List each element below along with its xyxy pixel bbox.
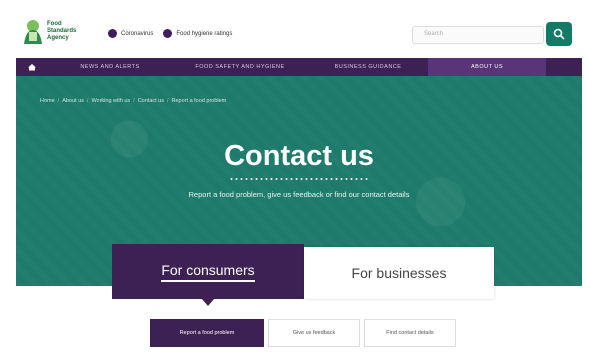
breadcrumb-contact-us[interactable]: Contact us <box>138 98 164 104</box>
nav-item-food-safety[interactable]: Food safety and hygiene <box>172 58 308 76</box>
find-contact-details-button[interactable]: Find contact details <box>364 319 456 347</box>
fsa-logo-icon <box>22 18 44 44</box>
breadcrumb-separator: / <box>133 98 135 104</box>
search-icon <box>553 28 565 40</box>
arrow-circle-icon <box>163 29 173 38</box>
home-icon <box>28 64 36 71</box>
nav-item-news-alerts[interactable]: News and alerts <box>48 58 172 76</box>
quick-link-label: Coronavirus <box>121 30 154 37</box>
page-title: Contact us <box>224 140 374 172</box>
search-placeholder: Search <box>424 31 444 37</box>
search-button[interactable] <box>546 22 572 46</box>
breadcrumb: Home / About us / Working with us / Cont… <box>40 98 226 104</box>
site-logo[interactable]: Food Standards Agency <box>22 18 77 44</box>
search-input[interactable]: Search <box>412 26 544 44</box>
tab-label: For businesses <box>351 265 447 281</box>
breadcrumb-separator: / <box>57 98 60 104</box>
quick-links: Coronavirus Food hygiene ratings <box>108 29 232 38</box>
site-header: Food Standards Agency Coronavirus Food h… <box>16 10 582 58</box>
page-subtitle: Report a food problem, give us feedback … <box>188 190 410 199</box>
breadcrumb-current: Report a food problem <box>171 98 227 104</box>
breadcrumb-about-us[interactable]: About us <box>62 98 84 104</box>
active-tab-pointer <box>202 299 214 306</box>
quick-link-hygiene-ratings[interactable]: Food hygiene ratings <box>163 29 232 38</box>
breadcrumb-separator: / <box>167 98 169 104</box>
report-food-problem-button[interactable]: Report a food problem <box>150 319 264 347</box>
nav-home[interactable] <box>16 58 48 76</box>
breadcrumb-working-with-us[interactable]: Working with us <box>91 98 130 104</box>
browser-viewport: Food Standards Agency Coronavirus Food h… <box>16 10 582 363</box>
consumer-subnav: Report a food problem Give us feedback F… <box>150 319 456 347</box>
tab-for-businesses[interactable]: For businesses <box>304 247 494 299</box>
arrow-circle-icon <box>108 29 117 38</box>
breadcrumb-separator: / <box>86 98 89 104</box>
give-feedback-button[interactable]: Give us feedback <box>268 319 360 347</box>
tab-label: For consumers <box>161 262 255 282</box>
main-nav: News and alerts Food safety and hygiene … <box>16 58 582 76</box>
breadcrumb-home[interactable]: Home <box>40 98 55 104</box>
logo-text: Food Standards Agency <box>47 20 77 41</box>
nav-item-business-guidance[interactable]: Business guidance <box>308 58 428 76</box>
nav-item-about-us[interactable]: About us <box>428 58 546 76</box>
quick-link-label: Food hygiene ratings <box>176 30 233 37</box>
tab-for-consumers[interactable]: For consumers <box>112 244 304 299</box>
quick-link-coronavirus[interactable]: Coronavirus <box>108 29 153 38</box>
dotted-divider <box>229 178 369 180</box>
